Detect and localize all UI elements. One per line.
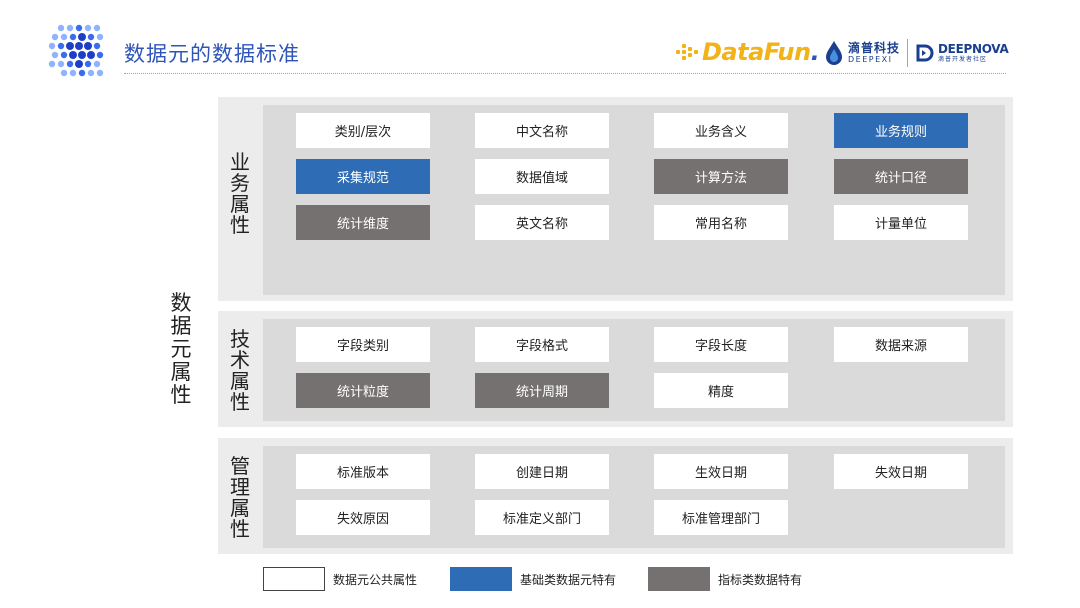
- legend-label-common: 数据元公共属性: [333, 573, 418, 587]
- cube-dot: [93, 24, 101, 32]
- attribute-cell: 统计粒度: [296, 373, 430, 408]
- attribute-cell: 计算方法: [654, 159, 788, 194]
- deepnova-en-name: DEEPNOVA: [938, 42, 1009, 56]
- attribute-cell: 标准定义部门: [475, 500, 609, 535]
- cube-dot: [57, 24, 65, 32]
- deepexi-drop-icon: [826, 41, 842, 65]
- deepexi-cn-name: 滴普科技: [848, 41, 901, 55]
- section-grid: 标准版本 创建日期 生效日期 失效日期失效原因 标准定义部门 标准管理部门: [263, 446, 1005, 548]
- datafun-logo: DataFun.: [676, 36, 820, 68]
- cube-dot: [75, 24, 83, 32]
- attribute-cell: 创建日期: [475, 454, 609, 489]
- legend-swatch-indicator: [648, 567, 710, 591]
- section-label: 业务属性: [230, 150, 250, 237]
- cube-dot: [69, 33, 77, 41]
- cube-dot: [48, 60, 56, 68]
- cube-dot: [66, 60, 74, 68]
- cube-dot: [48, 42, 56, 50]
- attribute-cell: 精度: [654, 373, 788, 408]
- cube-dot: [66, 24, 74, 32]
- cube-dot: [69, 51, 77, 59]
- datafun-wordmark: DataFun.: [702, 38, 820, 66]
- cube-dot: [57, 42, 65, 50]
- cube-dot: [87, 33, 95, 41]
- attribute-cell: 业务含义: [654, 113, 788, 148]
- page-title: 数据元的数据标准: [124, 42, 300, 66]
- management-attributes-section: 管理属性 标准版本 创建日期 生效日期 失效日期失效原因 标准定义部门 标准管理部门: [218, 438, 1013, 554]
- cube-dot: [75, 60, 83, 68]
- attribute-cell: 中文名称: [475, 113, 609, 148]
- logo-separator: [907, 39, 909, 67]
- cube-dot: [96, 51, 104, 59]
- deepexi-logo: 滴普科技 DEEPEXI DEEPNOVA 滴普开发者社区: [824, 36, 1009, 70]
- cube-dot: [60, 69, 68, 77]
- cube-dot: [66, 42, 74, 50]
- cube-dot: [84, 42, 92, 50]
- cube-dot: [75, 42, 83, 50]
- attribute-cell: 标准版本: [296, 454, 430, 489]
- section-label: 管理属性: [230, 454, 250, 541]
- cube-dot: [69, 69, 77, 77]
- attribute-cell: 计量单位: [834, 205, 968, 240]
- legend-swatch-basic: [450, 567, 512, 591]
- data-element-attributes-label: 数据元属性: [170, 291, 192, 407]
- cube-dot: [93, 60, 101, 68]
- attribute-cell: 英文名称: [475, 205, 609, 240]
- header-divider: [124, 73, 1006, 74]
- section-grid: 类别/层次 中文名称 业务含义 业务规则采集规范 数据值域 计算方法 统计口径统计维度 英文名…: [263, 105, 1005, 295]
- attribute-cell: 常用名称: [654, 205, 788, 240]
- attribute-cell: 标准管理部门: [654, 500, 788, 535]
- legend-label-indicator: 指标类数据特有: [718, 573, 803, 587]
- business-attributes-section: 业务属性 类别/层次 中文名称 业务含义 业务规则采集规范 数据值域 计算方法 统计口径统计…: [218, 97, 1013, 301]
- attribute-cell: 数据值域: [475, 159, 609, 194]
- cube-dot: [87, 69, 95, 77]
- attribute-cell: 统计维度: [296, 205, 430, 240]
- deepnova-cn-name: 滴普开发者社区: [938, 56, 988, 63]
- legend-label-basic: 基础类数据元特有: [520, 573, 617, 587]
- cube-logo-icon: [48, 24, 104, 77]
- cube-dot: [87, 51, 95, 59]
- attribute-cell: 字段类别: [296, 327, 430, 362]
- attribute-cell: 业务规则: [834, 113, 968, 148]
- cube-dot: [51, 33, 59, 41]
- cube-dot: [93, 42, 101, 50]
- cube-dot: [78, 51, 86, 59]
- attribute-cell: 统计周期: [475, 373, 609, 408]
- cube-dot: [96, 69, 104, 77]
- attribute-cell: 失效原因: [296, 500, 430, 535]
- attribute-cell: 字段格式: [475, 327, 609, 362]
- deepexi-en-name: DEEPEXI: [848, 55, 893, 64]
- section-grid: 字段类别 字段格式 字段长度 数据来源统计粒度 统计周期 精度: [263, 319, 1005, 421]
- deepnova-mark-icon: [916, 44, 934, 62]
- attribute-cell: 生效日期: [654, 454, 788, 489]
- cube-dot: [51, 51, 59, 59]
- cube-dot: [60, 33, 68, 41]
- cube-dot: [96, 33, 104, 41]
- attribute-cell: 类别/层次: [296, 113, 430, 148]
- attribute-cell: 采集规范: [296, 159, 430, 194]
- cube-dot: [78, 69, 86, 77]
- cube-dot: [84, 60, 92, 68]
- cube-dot: [60, 51, 68, 59]
- section-label: 技术属性: [230, 327, 250, 414]
- attribute-cell: 数据来源: [834, 327, 968, 362]
- attribute-cell: 字段长度: [654, 327, 788, 362]
- legend-swatch-common: [263, 567, 325, 591]
- attribute-cell: 统计口径: [834, 159, 968, 194]
- cube-dot: [78, 33, 86, 41]
- cube-dot: [84, 24, 92, 32]
- cube-dot: [57, 60, 65, 68]
- technical-attributes-section: 技术属性 字段类别 字段格式 字段长度 数据来源统计粒度 统计周期 精度: [218, 311, 1013, 427]
- datafun-dots-icon: [676, 41, 700, 63]
- attribute-cell: 失效日期: [834, 454, 968, 489]
